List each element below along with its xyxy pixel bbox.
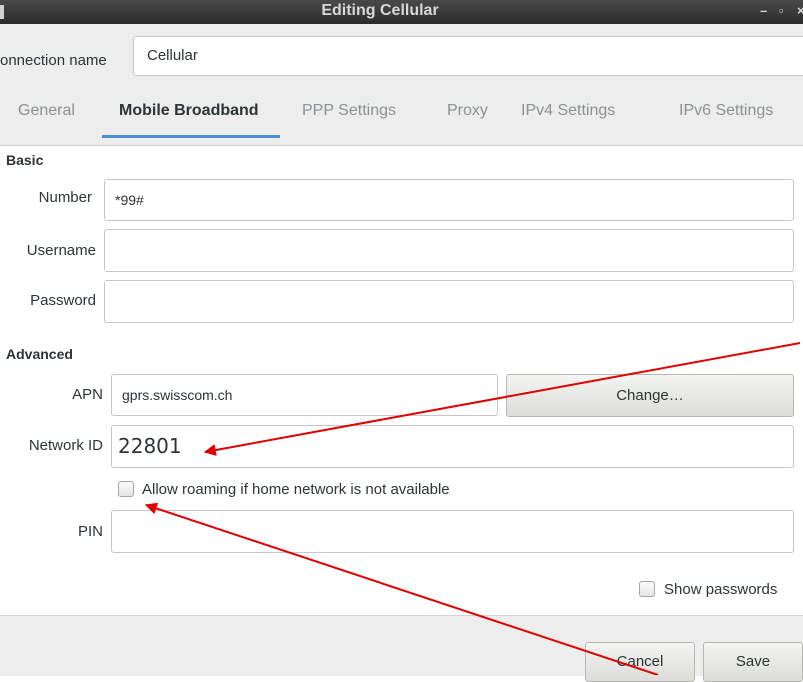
tab-ppp-settings[interactable]: PPP Settings [302,102,396,120]
minimize-icon[interactable]: – [760,1,767,21]
window-titlebar: Editing Cellular – ▫ × [0,0,803,25]
advanced-heading: Advanced [6,346,73,362]
close-icon[interactable]: × [797,1,803,21]
number-label: Number [38,189,92,206]
maximize-icon[interactable]: ▫ [779,1,784,21]
pin-input[interactable] [111,510,794,553]
window-title: Editing Cellular [321,2,439,19]
tab-bar: General Mobile Broadband PPP Settings Pr… [0,92,803,145]
allow-roaming-label[interactable]: Allow roaming if home network is not ava… [142,481,450,498]
change-apn-button[interactable]: Change… [506,374,794,417]
tab-ipv4-settings[interactable]: IPv4 Settings [521,102,615,120]
password-input[interactable] [104,280,794,323]
tab-mobile-broadband[interactable]: Mobile Broadband [119,102,259,120]
tab-general[interactable]: General [18,102,75,120]
show-passwords-checkbox[interactable] [639,581,655,597]
connection-name-input[interactable]: Cellular [133,36,803,76]
active-tab-indicator [102,135,280,138]
dialog-header: onnection name Cellular General Mobile B… [0,24,803,146]
apn-input[interactable]: gprs.swisscom.ch [111,374,498,416]
pin-label: PIN [77,523,103,540]
network-id-label: Network ID [28,437,103,454]
dialog-footer: Cancel Save [0,615,803,682]
allow-roaming-checkbox[interactable] [118,481,134,497]
cancel-button[interactable]: Cancel [585,642,695,682]
username-input[interactable] [104,229,794,272]
tab-ipv6-settings[interactable]: IPv6 Settings [679,102,773,120]
apn-label: APN [72,386,103,403]
username-label: Username [26,242,96,259]
network-id-input[interactable]: 22801 [111,425,794,468]
tab-proxy[interactable]: Proxy [447,102,488,120]
show-passwords-label[interactable]: Show passwords [664,581,777,598]
number-input[interactable]: *99# [104,179,794,221]
save-button[interactable]: Save [703,642,803,682]
password-label: Password [30,292,96,309]
basic-heading: Basic [6,152,44,168]
connection-name-label: onnection name [0,52,107,69]
